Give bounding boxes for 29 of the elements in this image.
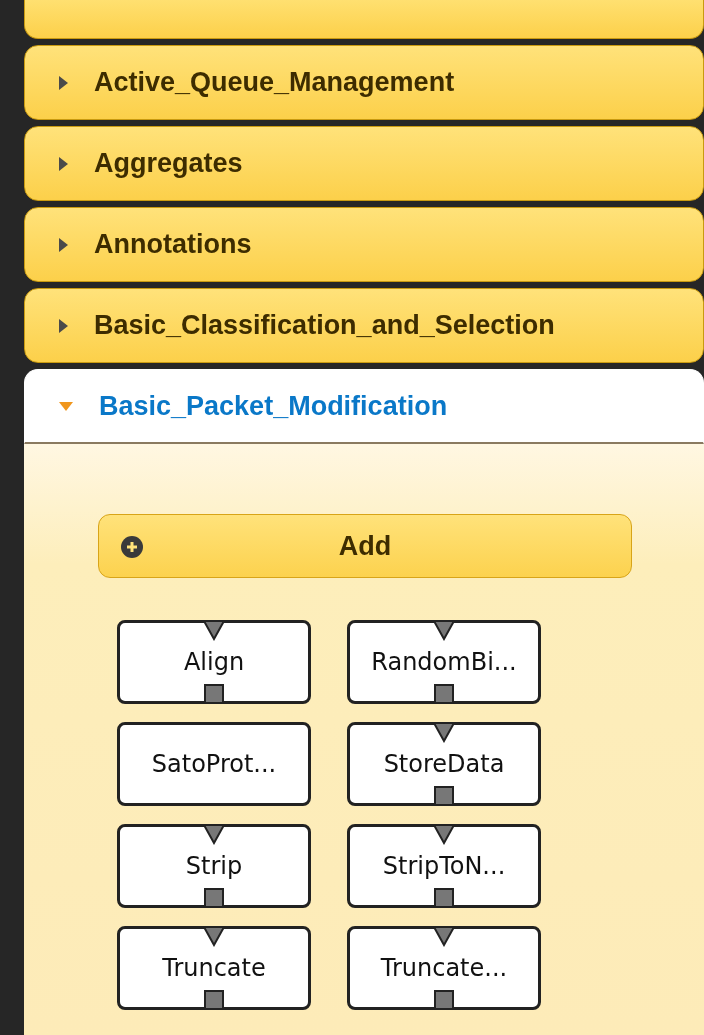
element-node[interactable]: Truncate (117, 926, 311, 1010)
element-name: StoreData (383, 750, 505, 778)
element-name: Truncate... (380, 954, 508, 982)
element-name: StripToN... (382, 852, 506, 880)
category-label: Active_Queue_Management (94, 67, 455, 98)
category-label: Basic_Packet_Modification (99, 390, 448, 422)
element-name: SatoProt... (151, 750, 277, 778)
category-label: Annotations (94, 229, 252, 260)
category-header[interactable]: Active_Queue_Management (24, 45, 704, 120)
element-name: Truncate (162, 954, 266, 982)
category-header[interactable]: Basic_Packet_Modification (24, 369, 704, 444)
element-node[interactable]: SatoProt... (117, 722, 311, 806)
add-button[interactable]: Add (98, 514, 632, 578)
element-node[interactable]: StripToN... (347, 824, 541, 908)
category-header[interactable]: Aggregates (24, 126, 704, 201)
category-header[interactable]: Annotations (24, 207, 704, 282)
element-name: Align (183, 648, 245, 676)
element-node[interactable]: Truncate... (347, 926, 541, 1010)
category-label: Aggregates (94, 148, 243, 179)
element-name: RandomBi... (371, 648, 517, 676)
plus-circle-icon (121, 536, 143, 558)
element-node[interactable]: RandomBi... (347, 620, 541, 704)
category-header[interactable] (24, 0, 704, 39)
element-node[interactable]: Align (117, 620, 311, 704)
element-name: Strip (185, 852, 243, 880)
category-label: Basic_Classification_and_Selection (94, 310, 555, 341)
element-node[interactable]: Strip (117, 824, 311, 908)
category-header[interactable]: Basic_Classification_and_Selection (24, 288, 704, 363)
element-node[interactable]: StoreData (347, 722, 541, 806)
